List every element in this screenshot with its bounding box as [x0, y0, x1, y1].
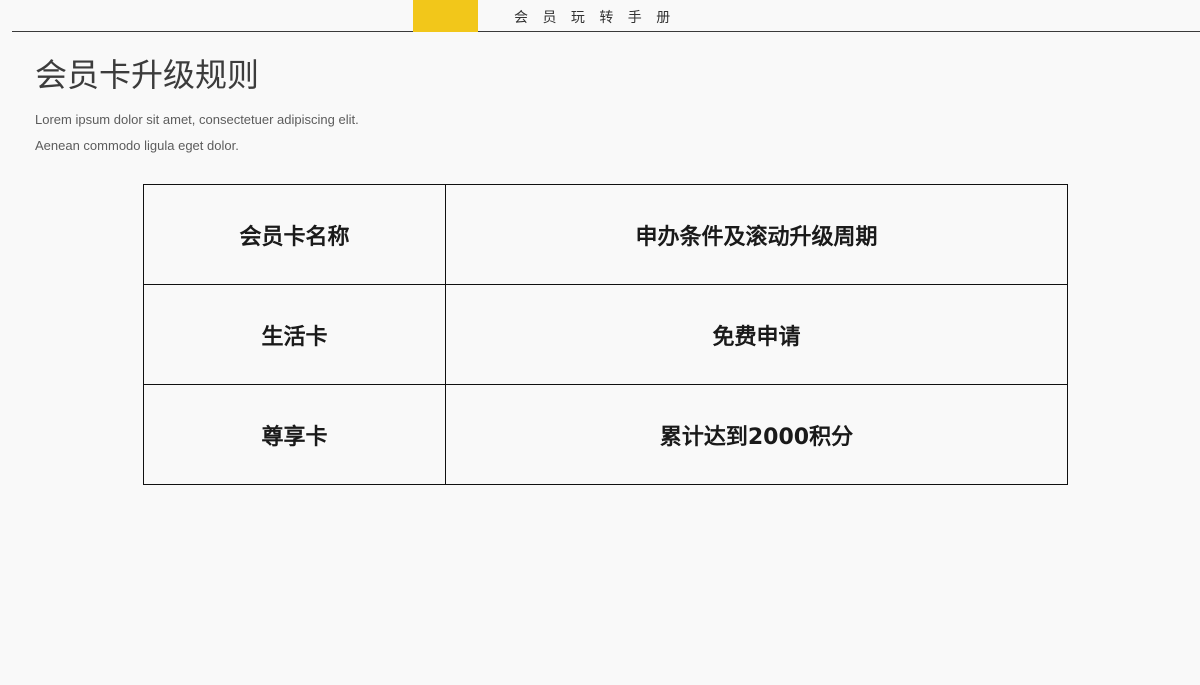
- condition-cell: 累计达到2000积分: [445, 384, 1068, 485]
- membership-rules-table: 会员卡名称 申办条件及滚动升级周期 生活卡 免费申请 尊享卡 累计达到2000积…: [143, 184, 1068, 485]
- table-header-row: 会员卡名称 申办条件及滚动升级周期: [143, 184, 1068, 285]
- subtitle-line-1: Lorem ipsum dolor sit amet, consectetuer…: [35, 112, 359, 127]
- table-row: 尊享卡 累计达到2000积分: [143, 384, 1068, 485]
- condition-cell: 免费申请: [445, 284, 1068, 385]
- subtitle-line-2: Aenean commodo ligula eget dolor.: [35, 138, 239, 153]
- header-title: 会 员 玩 转 手 册: [514, 10, 676, 26]
- header-accent-block: [413, 0, 478, 32]
- header-card-name: 会员卡名称: [143, 184, 446, 285]
- card-name-cell: 尊享卡: [143, 384, 446, 485]
- table-row: 生活卡 免费申请: [143, 284, 1068, 385]
- card-name-cell: 生活卡: [143, 284, 446, 385]
- header-conditions: 申办条件及滚动升级周期: [445, 184, 1068, 285]
- header-divider: [12, 31, 1200, 32]
- page-title: 会员卡升级规则: [35, 56, 260, 94]
